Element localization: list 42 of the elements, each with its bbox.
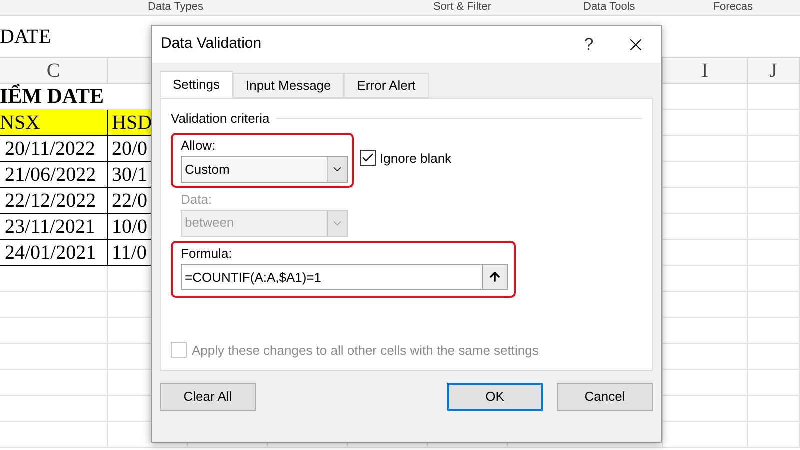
ribbon-group-label: Data Types [148,0,204,15]
table-cell [748,188,800,214]
column-header[interactable]: I [663,58,748,84]
checkbox-label: Ignore blank [380,150,452,168]
date-cell: 24/01/2021 [0,240,108,266]
dialog-button[interactable]: Clear All [160,383,256,411]
dialog-tab[interactable]: Input Message [232,73,344,98]
table-cell [748,266,800,292]
column-header[interactable]: J [748,58,800,84]
ribbon-group-label: Data Tools [584,0,636,15]
ribbon-group-label: Forecas [713,0,754,15]
date-cell: 23/11/2021 [0,214,108,240]
formula-bar-text: DATE [0,24,52,50]
table-cell [748,110,800,136]
table-cell [748,370,800,396]
table-cell [748,344,800,370]
dialog-tab[interactable]: Settings [160,71,233,98]
dialog-button[interactable]: OK [447,383,543,411]
checkbox-label: Apply these changes to all other cells with the same settings [192,342,539,360]
table-cell [748,84,800,110]
dialog-title: Data Validation [161,34,263,54]
table-cell [748,318,800,344]
date-cell: 20/11/2022 [0,136,108,162]
column-header[interactable]: C [0,58,108,84]
table-cell [748,162,800,188]
table-cell [748,396,800,422]
table-cell [748,214,800,240]
dialog-button[interactable]: Cancel [557,383,653,411]
checkbox[interactable] [360,150,376,166]
table-cell [748,240,800,266]
column-title: NSX [0,110,108,136]
date-cell: 22/12/2022 [0,188,108,214]
formula-input[interactable]: =COUNTIF(A:A,$A1)=1 [181,264,483,290]
table-cell [748,292,800,318]
dialog-tab[interactable]: Error Alert [344,73,429,98]
dropdown[interactable]: Custom [181,156,348,183]
date-cell: 21/06/2022 [0,162,108,188]
table-cell [748,136,800,162]
help-button[interactable]: ? [571,30,607,60]
table-cell [748,422,800,448]
collapse-dialog-button[interactable] [483,264,508,290]
ribbon-group-label: Sort & Filter [433,0,492,15]
